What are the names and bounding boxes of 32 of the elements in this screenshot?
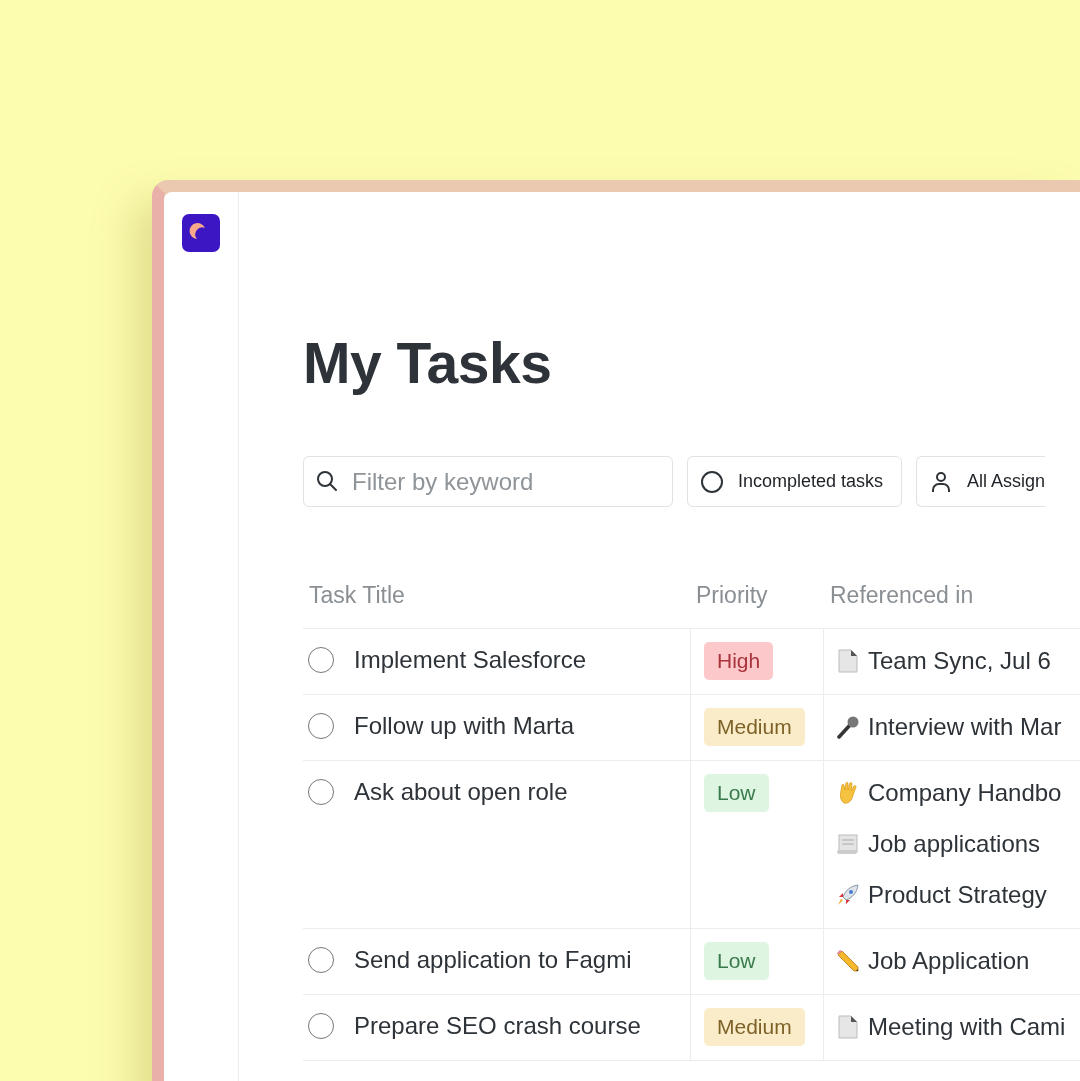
reference-link[interactable]: Company Handbo [868, 778, 1062, 807]
priority-tag: Medium [704, 708, 805, 746]
task-title[interactable]: Prepare SEO crash course [354, 1013, 641, 1039]
app-logo-icon[interactable] [182, 214, 220, 252]
task-title[interactable]: Follow up with Marta [354, 713, 575, 739]
status-filter-button[interactable]: Incompleted tasks [687, 456, 903, 507]
reference-link[interactable]: Interview with Mar [868, 712, 1062, 741]
reference-link[interactable]: Product Strategy [868, 880, 1047, 909]
search-field[interactable]: Filter by keyword [303, 456, 673, 507]
column-header: Priority [695, 581, 769, 609]
priority-tag: Medium [704, 1008, 805, 1046]
task-title[interactable]: Implement Salesforce [354, 647, 587, 673]
task-title[interactable]: Send application to Fagmi [354, 947, 632, 973]
document-icon [836, 648, 860, 673]
reference-link[interactable]: Job applications [868, 829, 1041, 858]
priority-tag: High [704, 642, 774, 680]
rocket-icon [836, 882, 860, 907]
column-header: Task Title [308, 581, 406, 609]
reference-link[interactable]: Meeting with Cami [868, 1012, 1066, 1041]
page-title: My Tasks [303, 330, 553, 396]
column-header: Referenced in [829, 581, 975, 609]
microphone-icon [836, 714, 860, 739]
reference-link[interactable]: Team Sync, Jul 6 [868, 646, 1051, 675]
assignee-filter-button[interactable]: All Assign [916, 456, 1046, 507]
pencil-icon [836, 948, 860, 973]
priority-tag: Low [704, 774, 769, 812]
document-icon [836, 1014, 860, 1039]
priority-tag: Low [704, 942, 769, 980]
task-title[interactable]: Ask about open role [354, 779, 568, 805]
circle-icon [700, 469, 724, 494]
scroll-icon [836, 831, 860, 856]
reference-link[interactable]: Job Application [868, 946, 1030, 975]
